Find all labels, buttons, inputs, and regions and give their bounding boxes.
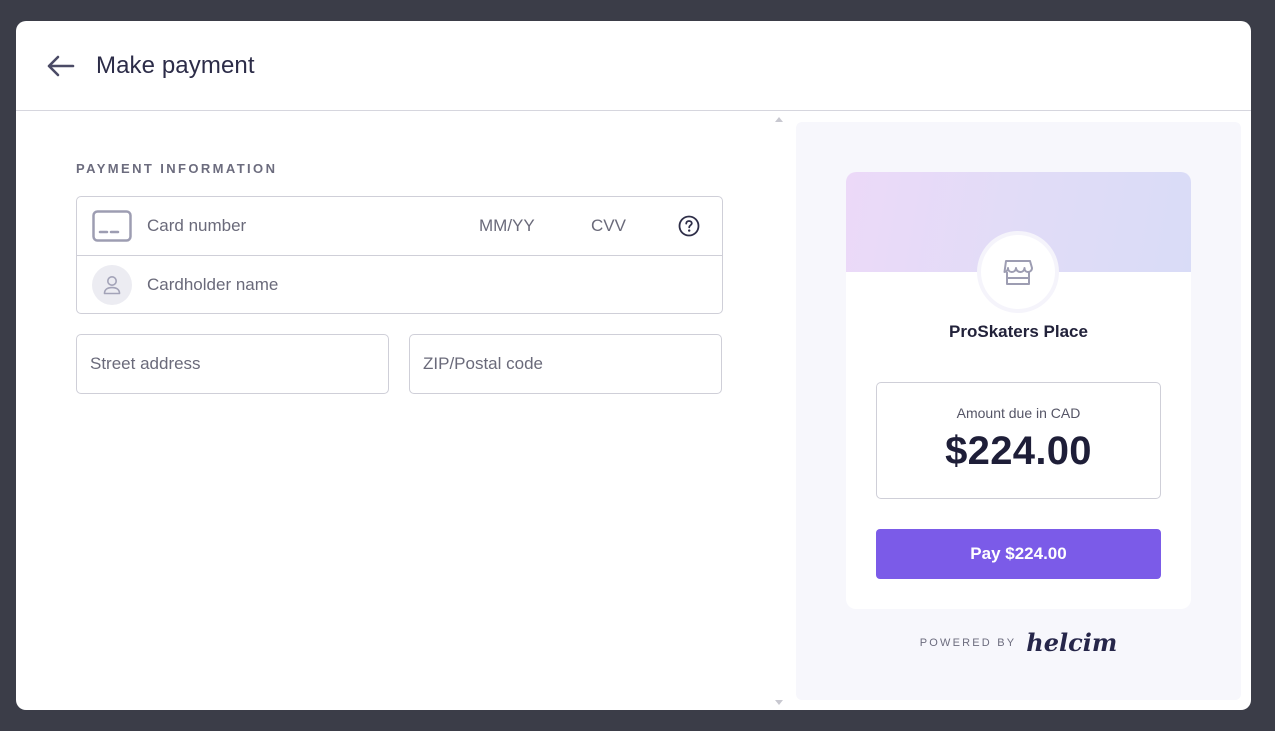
store-avatar [981, 235, 1055, 309]
pay-button[interactable]: Pay $224.00 [876, 529, 1161, 579]
zip-code-input[interactable]: ZIP/Postal code [409, 334, 722, 394]
cardholder-name-input[interactable]: Cardholder name [147, 275, 278, 295]
cardholder-row[interactable]: Cardholder name [77, 255, 722, 313]
scroll-down-arrow[interactable] [775, 700, 783, 705]
powered-by-label: POWERED BY [919, 636, 1017, 649]
address-row: Street address ZIP/Postal code [76, 334, 723, 394]
page-title: Make payment [96, 51, 255, 79]
cvv-input[interactable]: CVV [591, 216, 626, 236]
street-address-input[interactable]: Street address [76, 334, 389, 394]
payment-form: PAYMENT INFORMATION Card number MM/YY CV… [76, 161, 723, 394]
merchant-card: ProSkaters Place Amount due in CAD $224.… [846, 172, 1191, 609]
order-summary-panel: ProSkaters Place Amount due in CAD $224.… [796, 122, 1241, 700]
helcim-logo: helcim [1026, 628, 1118, 657]
credit-card-icon [92, 210, 132, 242]
powered-by: POWERED BY helcim [796, 628, 1241, 657]
arrow-left-icon [47, 55, 75, 76]
card-number-row[interactable]: Card number MM/YY CVV [77, 197, 722, 255]
payment-modal: Make payment PAYMENT INFORMATION Card nu… [16, 21, 1251, 710]
amount-value: $224.00 [945, 429, 1092, 473]
avatar [92, 264, 132, 305]
scroll-up-arrow[interactable] [775, 117, 783, 122]
card-number-input[interactable]: Card number [147, 216, 722, 236]
card-fields: Card number MM/YY CVV Cardholder name [76, 196, 723, 314]
zip-code-placeholder: ZIP/Postal code [423, 354, 544, 373]
merchant-name: ProSkaters Place [949, 322, 1088, 341]
person-icon [103, 275, 121, 294]
modal-header: Make payment [16, 21, 1251, 111]
street-address-placeholder: Street address [90, 354, 201, 373]
back-button[interactable] [44, 50, 76, 82]
expiry-input[interactable]: MM/YY [479, 216, 535, 236]
store-icon [1003, 260, 1033, 285]
help-icon[interactable] [678, 215, 700, 237]
amount-due-box: Amount due in CAD $224.00 [876, 382, 1161, 499]
amount-label: Amount due in CAD [956, 405, 1081, 421]
section-label: PAYMENT INFORMATION [76, 161, 278, 176]
